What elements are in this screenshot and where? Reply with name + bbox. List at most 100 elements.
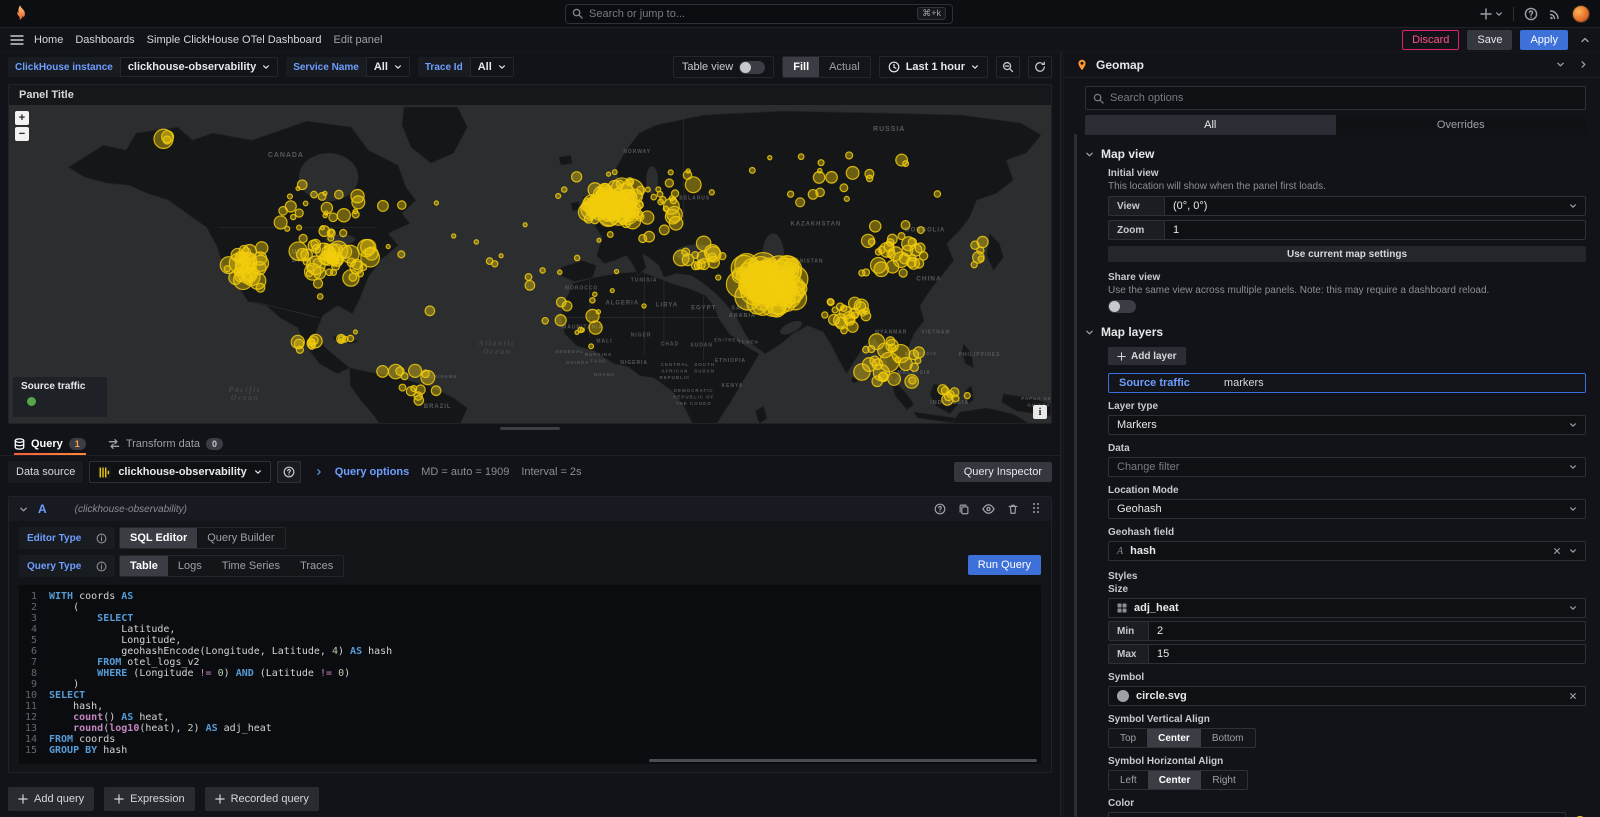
add-expression-button[interactable]: Expression [104,787,194,811]
map-zoom-in-button[interactable]: + [15,111,29,125]
world-map[interactable]: RUSSIACANADAUNITEDSTATESKAZAKHSTANMONGOL… [9,105,1051,423]
actual-option[interactable]: Actual [819,57,870,77]
view-select[interactable]: (0°, 0°) [1164,196,1586,216]
svg-text:RUSSIA: RUSSIA [873,126,905,133]
fill-option[interactable]: Fill [783,57,819,77]
clear-icon[interactable] [1569,692,1577,700]
tab-transform-data[interactable]: Transform data 0 [108,438,223,455]
use-current-map-settings-button[interactable]: Use current map settings [1108,246,1586,262]
query-type-table[interactable]: Table [120,556,168,576]
svg-text:LIBYA: LIBYA [656,303,678,309]
valign-top[interactable]: Top [1109,729,1147,747]
query-type-timeseries[interactable]: Time Series [212,556,290,576]
apply-button[interactable]: Apply [1520,30,1568,50]
valign-center[interactable]: Center [1147,729,1201,747]
save-button[interactable]: Save [1467,30,1512,50]
hamburger-icon [10,34,24,46]
sql-editor[interactable]: 1WITH coords AS2 (3 SELECT4 Latitude,5 L… [19,585,1041,764]
drag-query-handle[interactable] [1031,502,1041,517]
collapse-options-button[interactable] [1580,33,1590,47]
breadcrumb-home[interactable]: Home [34,34,63,46]
max-input[interactable]: 15 [1148,644,1586,664]
global-search[interactable]: ⌘+k [565,4,953,24]
add-menu-button[interactable] [1480,8,1503,20]
chevron-down-icon[interactable] [1556,60,1565,69]
size-field-select[interactable]: adj_heat [1108,598,1586,618]
news-button[interactable] [1548,6,1562,21]
valign-bottom[interactable]: Bottom [1201,729,1255,747]
editor-type-builder[interactable]: Query Builder [197,528,284,548]
add-recorded-query-button[interactable]: Recorded query [205,787,319,811]
table-view-switch[interactable] [739,61,765,74]
table-view-toggle[interactable]: Table view [673,56,774,78]
refresh-button[interactable] [1028,56,1052,78]
query-inspector-button[interactable]: Query Inspector [954,462,1052,482]
data-filter-select[interactable]: Change filter [1108,457,1586,477]
zoom-out-time-button[interactable] [996,56,1020,78]
query-options-link[interactable]: Query options [335,466,410,478]
geomap-canvas[interactable]: RUSSIACANADAUNITEDSTATESKAZAKHSTANMONGOL… [9,105,1051,423]
query-type-traces[interactable]: Traces [290,556,343,576]
chevron-right-icon[interactable] [1579,60,1588,69]
add-query-button[interactable]: Add query [8,787,94,811]
options-search-input[interactable] [1110,92,1578,104]
zoom-label: Zoom [1108,220,1164,240]
share-view-toggle[interactable] [1108,300,1136,313]
options-scrollbar[interactable] [1074,134,1077,817]
section-map-view-header[interactable]: Map view [1085,147,1586,161]
options-tab-all[interactable]: All [1085,115,1336,135]
top-nav: ⌘+k [0,0,1600,28]
datasource-help-button[interactable] [277,461,301,483]
menu-toggle-button[interactable] [10,33,24,47]
run-query-button[interactable]: Run Query [968,555,1041,575]
panel-title[interactable]: Panel Title [9,85,1051,105]
map-zoom-out-button[interactable]: − [15,127,29,141]
add-layer-button[interactable]: Add layer [1108,347,1186,365]
chevron-down-icon [1569,547,1577,555]
time-range-picker[interactable]: Last 1 hour [879,56,988,78]
delete-query-button[interactable] [1007,502,1019,517]
zoom-input[interactable]: 1 [1164,220,1586,240]
options-tab-overrides[interactable]: Overrides [1336,115,1587,135]
discard-button[interactable]: Discard [1402,30,1459,50]
help-button[interactable] [1524,6,1538,21]
panel-query-splitter[interactable] [0,424,1060,432]
tab-query[interactable]: Query 1 [14,438,86,455]
field-location-mode: Location Mode Geohash [1108,485,1586,519]
breadcrumb-dashboard-name[interactable]: Simple ClickHouse OTel Dashboard [147,34,322,46]
svg-text:MOROCCO: MOROCCO [565,286,598,292]
sql-code[interactable]: 1WITH coords AS2 (3 SELECT4 Latitude,5 L… [19,591,1041,756]
layer-type-select[interactable]: Markers [1108,415,1586,435]
sql-horizontal-scrollbar[interactable] [649,759,1037,762]
user-avatar[interactable] [1572,5,1590,23]
hide-query-button[interactable] [982,502,995,517]
svg-text:GHANA: GHANA [594,372,615,377]
query-header[interactable]: A (clickhouse-observability) [9,497,1051,521]
query-help-button[interactable] [934,502,946,517]
geohash-field-select[interactable]: A hash [1108,541,1586,561]
color-select[interactable]: Fixed color [1108,812,1566,817]
editor-type-sql[interactable]: SQL Editor [120,528,197,548]
variable-clickhouse-instance[interactable]: ClickHouse instance clickhouse-observabi… [8,57,278,77]
variable-service-name[interactable]: Service Name All [286,57,410,77]
map-attribution-button[interactable]: i [1033,405,1047,419]
symbol-select[interactable]: circle.svg [1108,686,1586,706]
halign-right[interactable]: Right [1201,771,1246,789]
layer-item-source-traffic[interactable]: Source traffic markers [1108,373,1586,393]
min-input[interactable]: 2 [1148,621,1586,641]
location-mode-select[interactable]: Geohash [1108,499,1586,519]
options-search[interactable] [1085,86,1586,110]
duplicate-query-button[interactable] [958,502,970,517]
global-search-input[interactable] [589,8,917,20]
query-type-logs[interactable]: Logs [168,556,212,576]
datasource-picker[interactable]: clickhouse-observability [89,461,270,483]
section-map-layers-header[interactable]: Map layers [1085,325,1586,339]
halign-left[interactable]: Left [1109,771,1148,789]
grafana-logo-icon[interactable] [10,4,30,24]
map-zoom-controls: + − [15,111,29,141]
variable-trace-id[interactable]: Trace Id All [418,57,514,77]
clickhouse-icon [98,466,111,479]
clear-icon[interactable] [1553,547,1561,555]
breadcrumb-dashboards[interactable]: Dashboards [75,34,134,46]
halign-center[interactable]: Center [1148,771,1202,789]
